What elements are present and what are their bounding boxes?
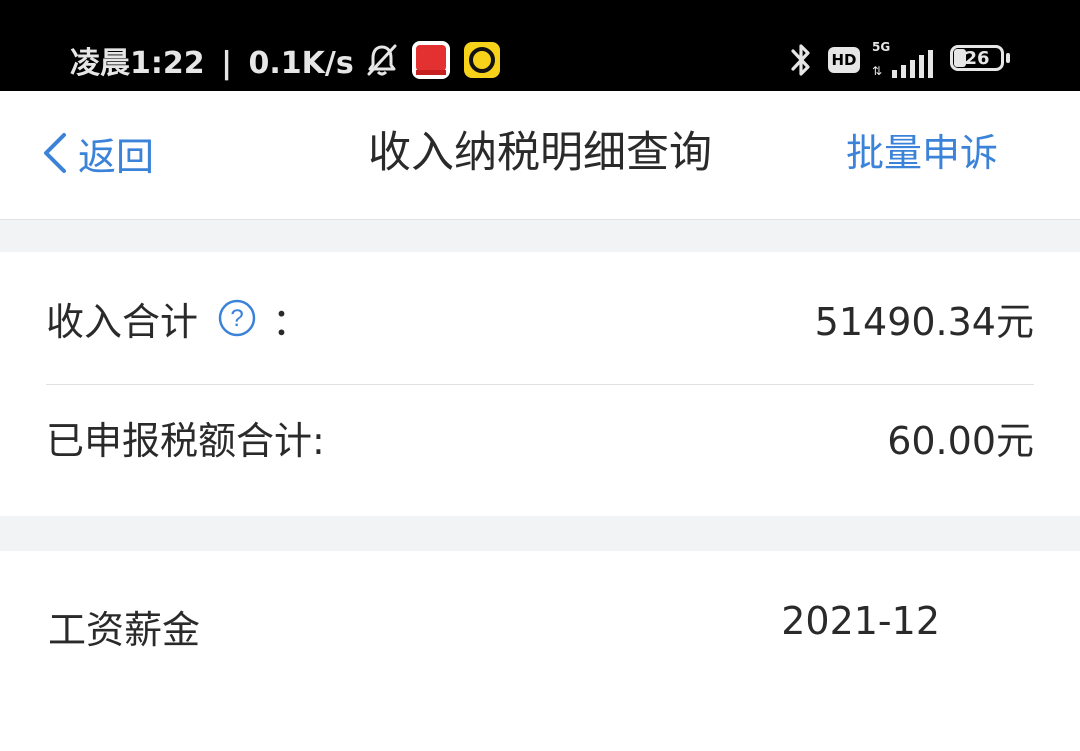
- income-label-wrap: 收入合计 ? ：: [46, 291, 310, 346]
- income-total-row: 收入合计 ? ： 51490.34元: [46, 252, 1034, 385]
- app-icon-red: [411, 41, 450, 79]
- summary-card: 收入合计 ? ： 51490.34元 已申报税额合计: 60.00元: [0, 252, 1080, 516]
- nav-bar: 返回 收入纳税明细查询 批量申诉: [0, 91, 1080, 220]
- batch-appeal-button[interactable]: 批量申诉: [846, 123, 998, 183]
- income-total-label: 收入合计: [46, 299, 199, 344]
- bell-muted-icon: [367, 44, 397, 76]
- detail-row: 工资薪金 2021-12: [48, 599, 940, 654]
- battery-icon: 26: [950, 45, 1010, 75]
- network-type: 5G: [872, 40, 891, 54]
- status-left: 凌晨1:22 | 0.1K/s: [70, 38, 500, 82]
- income-item-date: 2021-12: [781, 599, 940, 643]
- battery-level: 26: [964, 47, 990, 69]
- 5g-signal-icon: 5G ⇅: [872, 40, 936, 80]
- app-icon-yellow: [463, 42, 500, 78]
- detail-card[interactable]: 工资薪金 2021-12: [0, 551, 1080, 751]
- tax-total-label: 已申报税额合计:: [46, 418, 325, 463]
- tax-total-value: 60.00元: [887, 418, 1034, 463]
- hd-icon: HD: [828, 47, 860, 73]
- tax-total-row: 已申报税额合计: 60.00元: [46, 385, 1034, 489]
- network-speed: 0.1K/s: [248, 46, 354, 81]
- status-bar: 凌晨1:22 | 0.1K/s HD 5G ⇅ 26: [0, 0, 1080, 91]
- clock-time: 凌晨1:22 | 0.1K/s: [70, 38, 354, 82]
- bluetooth-icon: [791, 44, 810, 76]
- income-total-value: 51490.34元: [814, 299, 1034, 344]
- svg-text:?: ?: [230, 305, 243, 332]
- help-icon[interactable]: ?: [218, 299, 256, 337]
- status-right: HD 5G ⇅ 26: [786, 38, 1010, 82]
- income-item-label: 工资薪金: [48, 608, 201, 652]
- signal-bars: [892, 50, 933, 78]
- income-colon: ：: [272, 299, 311, 344]
- data-arrows-icon: ⇅: [872, 64, 883, 78]
- status-separator: |: [221, 46, 233, 81]
- clock-time-text: 凌晨1:22: [70, 46, 205, 81]
